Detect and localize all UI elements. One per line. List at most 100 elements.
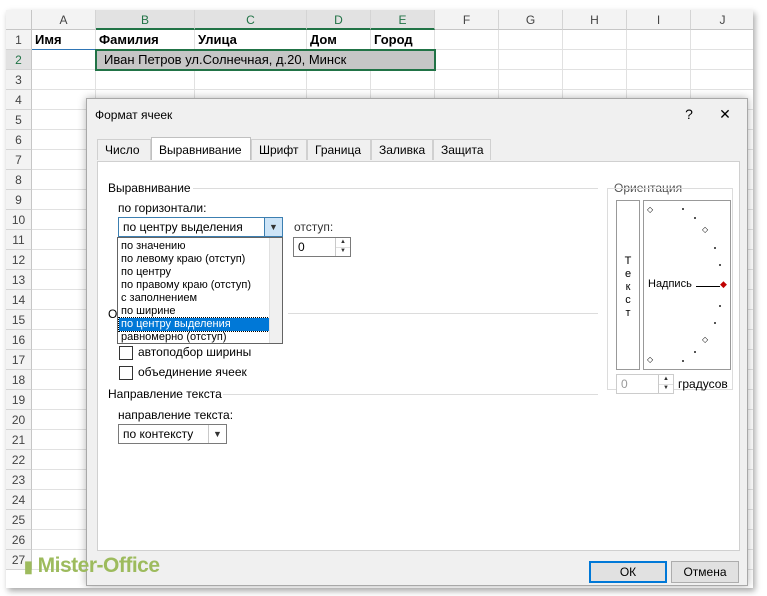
column-header-h[interactable]: H [563, 10, 627, 30]
dropdown-option[interactable]: по ширине [119, 305, 269, 318]
merge-cells-checkbox[interactable] [119, 366, 133, 380]
row-header[interactable]: 13 [6, 270, 32, 290]
horizontal-select[interactable]: по центру выделения ▼ [118, 217, 283, 237]
row-header[interactable]: 24 [6, 490, 32, 510]
grid-cell[interactable] [32, 50, 96, 70]
cell-b2[interactable]: Иван Петров ул.Солнечная, д.20, Минск [104, 50, 346, 70]
row-header[interactable]: 10 [6, 210, 32, 230]
dropdown-option[interactable]: по значению [119, 240, 269, 253]
row-header[interactable]: 22 [6, 450, 32, 470]
grid-cell[interactable] [32, 70, 96, 90]
tab-number[interactable]: Число [97, 139, 151, 160]
direction-select[interactable]: по контексту ▼ [118, 424, 227, 444]
grid-cell[interactable] [435, 30, 499, 50]
orientation-handle-icon[interactable]: ◆ [720, 279, 727, 290]
row-header[interactable]: 5 [6, 110, 32, 130]
tab-fill[interactable]: Заливка [371, 139, 433, 160]
row-header[interactable]: 3 [6, 70, 32, 90]
tab-alignment[interactable]: Выравнивание [151, 137, 251, 160]
chevron-down-icon[interactable]: ▼ [264, 218, 282, 236]
column-header-i[interactable]: I [627, 10, 691, 30]
row-header[interactable]: 14 [6, 290, 32, 310]
column-header-g[interactable]: G [499, 10, 563, 30]
column-header-c[interactable]: C [195, 10, 307, 30]
dropdown-option[interactable]: по центру [119, 266, 269, 279]
dropdown-scrollbar[interactable] [269, 238, 282, 343]
dropdown-option[interactable]: равномерно (отступ) [119, 331, 269, 344]
select-all-corner[interactable] [6, 10, 32, 30]
grid-cell[interactable] [499, 30, 563, 50]
dropdown-option[interactable]: с заполнением [119, 292, 269, 305]
grid-cell[interactable] [627, 70, 691, 90]
row-header[interactable]: 19 [6, 390, 32, 410]
row-header[interactable]: 12 [6, 250, 32, 270]
row-header[interactable]: 6 [6, 130, 32, 150]
spin-down-icon[interactable]: ▼ [336, 247, 350, 256]
row-header[interactable]: 20 [6, 410, 32, 430]
row-header[interactable]: 23 [6, 470, 32, 490]
grid-cell[interactable] [499, 70, 563, 90]
row-header[interactable]: 7 [6, 150, 32, 170]
column-header-b[interactable]: B [96, 10, 195, 30]
grid-cell[interactable] [691, 30, 753, 50]
grid-cell[interactable] [563, 50, 627, 70]
dial-dot [694, 217, 696, 219]
column-header-f[interactable]: F [435, 10, 499, 30]
tab-border[interactable]: Граница [307, 139, 371, 160]
chevron-down-icon[interactable]: ▼ [208, 425, 226, 443]
row-header[interactable]: 4 [6, 90, 32, 110]
row-header[interactable]: 11 [6, 230, 32, 250]
grid-cell[interactable] [307, 70, 371, 90]
cell-e1[interactable]: Город [374, 30, 413, 50]
column-header-e[interactable]: E [371, 10, 435, 30]
row-header[interactable]: 16 [6, 330, 32, 350]
grid-cell[interactable] [435, 70, 499, 90]
grid-cell[interactable] [627, 30, 691, 50]
grid-cell[interactable] [627, 50, 691, 70]
row-header[interactable]: 15 [6, 310, 32, 330]
indent-spinner[interactable]: 0 ▲ ▼ [293, 237, 351, 257]
cell-a1[interactable]: Имя [35, 30, 62, 50]
cell-d1[interactable]: Дом [310, 30, 337, 50]
column-header-d[interactable]: D [307, 10, 371, 30]
grid-cell[interactable] [499, 50, 563, 70]
row-header[interactable]: 1 [6, 30, 32, 50]
row-header[interactable]: 21 [6, 430, 32, 450]
dropdown-option[interactable]: по центру выделения [118, 317, 270, 332]
orientation-dial[interactable]: ◇ ◇ Надпись ◆ ◇ ◇ [643, 200, 731, 370]
row-header[interactable]: 2 [6, 50, 32, 70]
row-header[interactable]: 8 [6, 170, 32, 190]
help-button[interactable]: ? [677, 103, 701, 125]
row-header[interactable]: 17 [6, 350, 32, 370]
autofit-checkbox[interactable] [119, 346, 133, 360]
grid-cell[interactable] [195, 70, 307, 90]
row-header[interactable]: 9 [6, 190, 32, 210]
spin-down-icon[interactable]: ▼ [659, 384, 673, 393]
grid-cell[interactable] [691, 50, 753, 70]
grid-cell[interactable] [563, 70, 627, 90]
horizontal-dropdown-list[interactable]: по значению по левому краю (отступ) по цен… [117, 237, 283, 344]
column-header-a[interactable]: A [32, 10, 96, 30]
grid-cell[interactable] [691, 70, 753, 90]
row-header[interactable]: 26 [6, 530, 32, 550]
dropdown-option[interactable]: по правому краю (отступ) [119, 279, 269, 292]
column-header-j[interactable]: J [691, 10, 753, 30]
cell-c1[interactable]: Улица [198, 30, 237, 50]
row-header[interactable]: 18 [6, 370, 32, 390]
close-button[interactable]: ✕ [713, 103, 737, 125]
tab-protection[interactable]: Защита [433, 139, 491, 160]
grid-cell[interactable] [563, 30, 627, 50]
tab-font[interactable]: Шрифт [251, 139, 307, 160]
dropdown-option[interactable]: по левому краю (отступ) [119, 253, 269, 266]
vertical-text-button[interactable]: Текст [616, 200, 640, 370]
cancel-button[interactable]: Отмена [671, 561, 739, 583]
row-header[interactable]: 25 [6, 510, 32, 530]
degrees-spinner[interactable]: 0 ▲ ▼ [616, 374, 674, 394]
merge-cells-label[interactable]: объединение ячеек [138, 365, 247, 379]
cell-b1[interactable]: Фамилия [99, 30, 159, 50]
ok-button[interactable]: ОК [589, 561, 667, 583]
grid-cell[interactable] [96, 70, 195, 90]
grid-cell[interactable] [435, 50, 499, 70]
autofit-label[interactable]: автоподбор ширины [138, 345, 251, 359]
grid-cell[interactable] [371, 70, 435, 90]
